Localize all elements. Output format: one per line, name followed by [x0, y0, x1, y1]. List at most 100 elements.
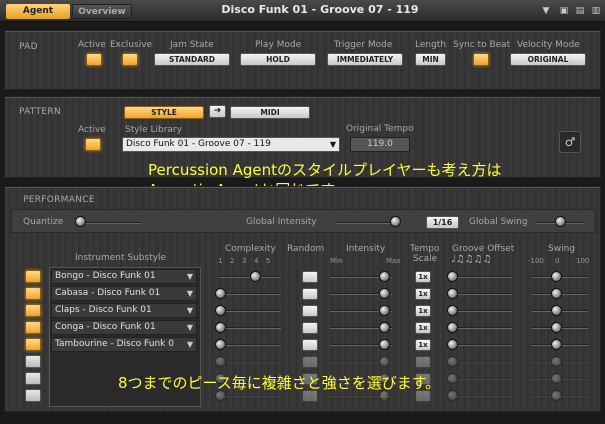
intensity-slider-knob[interactable] [379, 305, 390, 316]
global-intensity-slider-knob[interactable] [390, 216, 401, 227]
arrow-right-icon[interactable]: ➜ [209, 105, 226, 118]
jam-state-button[interactable]: STANDARD [154, 53, 230, 66]
groove-offset-slider-knob[interactable] [447, 356, 458, 367]
groove-offset-slider[interactable] [452, 344, 512, 346]
intensity-slider-knob[interactable] [379, 339, 390, 350]
delete-icon[interactable]: ▤ [574, 5, 586, 17]
swing-slider-knob[interactable] [551, 356, 562, 367]
complexity-tick-label: 3 [242, 257, 247, 265]
instrument-substyle-dropdown[interactable]: Conga - Disco Funk 01 ▼ [51, 320, 197, 335]
pattern-active-toggle[interactable] [85, 138, 101, 151]
tempo-scale-button[interactable] [415, 356, 431, 368]
complexity-slider[interactable] [219, 395, 281, 397]
instrument-active-toggle[interactable] [25, 355, 41, 368]
style-library-dropdown[interactable]: Disco Funk 01 - Groove 07 - 119 ▼ [122, 137, 340, 152]
instrument-substyle-label: Instrument Substyle [75, 253, 167, 263]
random-button[interactable] [302, 288, 318, 300]
groove-offset-slider[interactable] [452, 378, 512, 380]
tempo-scale-button[interactable]: 1x [415, 271, 431, 283]
random-button[interactable] [302, 305, 318, 317]
velocity-mode-button[interactable]: ORIGINAL [510, 53, 586, 66]
intensity-slider-knob[interactable] [379, 322, 390, 333]
complexity-slider-knob[interactable] [250, 271, 261, 282]
groove-offset-slider[interactable] [452, 361, 512, 363]
groove-offset-slider-knob[interactable] [447, 390, 458, 401]
tempo-scale-label-2: Scale [413, 254, 438, 264]
swing-slider-knob[interactable] [551, 322, 562, 333]
complexity-slider[interactable] [219, 293, 281, 295]
groove-offset-slider[interactable] [452, 327, 512, 329]
menu-triangle-icon[interactable]: ▼ [540, 5, 552, 17]
settings-icon[interactable]: ▥ [590, 5, 602, 17]
instrument-active-toggle[interactable] [25, 372, 41, 385]
dropdown-arrow-icon: ▼ [186, 306, 193, 315]
random-button[interactable] [302, 322, 318, 334]
instrument-substyle-dropdown[interactable]: Bongo - Disco Funk 01 ▼ [51, 269, 197, 284]
instrument-active-toggle[interactable] [25, 304, 41, 317]
intensity-slider-knob[interactable] [379, 356, 390, 367]
original-tempo-label: Original Tempo [346, 124, 414, 134]
exclusive-toggle[interactable] [122, 53, 138, 66]
tempo-scale-button[interactable]: 1x [415, 305, 431, 317]
tempo-scale-button[interactable]: 1x [415, 322, 431, 334]
instrument-substyle-dropdown[interactable]: Tambourine - Disco Funk 0 ▼ [51, 337, 197, 352]
tempo-scale-button[interactable]: 1x [415, 288, 431, 300]
tempo-scale-button[interactable]: 1x [415, 339, 431, 351]
swing-slider-knob[interactable] [551, 373, 562, 384]
complexity-slider-knob[interactable] [215, 322, 226, 333]
instrument-substyle-dropdown[interactable]: Cabasa - Disco Funk 01 ▼ [51, 286, 197, 301]
groove-offset-slider-knob[interactable] [447, 373, 458, 384]
groove-offset-slider-knob[interactable] [447, 339, 458, 350]
drag-midi-icon[interactable]: ♂ [559, 131, 581, 153]
complexity-slider-knob[interactable] [215, 305, 226, 316]
complexity-slider[interactable] [219, 361, 281, 363]
random-button[interactable] [302, 271, 318, 283]
groove-offset-slider[interactable] [452, 293, 512, 295]
instrument-substyle-dropdown[interactable]: Claps - Disco Funk 01 ▼ [51, 303, 197, 318]
groove-offset-slider[interactable] [452, 395, 512, 397]
groove-offset-slider-knob[interactable] [447, 322, 458, 333]
groove-offset-slider[interactable] [452, 310, 512, 312]
save-icon[interactable]: ▣ [558, 5, 570, 17]
complexity-slider-knob[interactable] [215, 356, 226, 367]
complexity-tick-label: 2 [230, 257, 235, 265]
quantize-slider-knob[interactable] [75, 216, 86, 227]
instrument-active-toggle[interactable] [25, 321, 41, 334]
global-swing-slider-knob[interactable] [555, 216, 566, 227]
intensity-slider-knob[interactable] [379, 288, 390, 299]
intensity-slider-knob[interactable] [379, 271, 390, 282]
complexity-slider[interactable] [219, 310, 281, 312]
swing-slider-knob[interactable] [551, 339, 562, 350]
instrument-active-toggle[interactable] [25, 287, 41, 300]
groove-offset-slider-knob[interactable] [447, 271, 458, 282]
complexity-slider-knob[interactable] [215, 288, 226, 299]
complexity-slider[interactable] [219, 344, 281, 346]
complexity-slider-knob[interactable] [215, 339, 226, 350]
style-button[interactable]: STYLE [124, 106, 204, 119]
swing-slider-knob[interactable] [551, 271, 562, 282]
instrument-active-toggle[interactable] [25, 338, 41, 351]
length-button[interactable]: MIN [415, 53, 446, 66]
trigger-mode-button[interactable]: IMMEDIATELY [327, 53, 403, 66]
groove-offset-slider[interactable] [452, 276, 512, 278]
tab-overview[interactable]: Overview [72, 4, 132, 19]
play-mode-button[interactable]: HOLD [240, 53, 316, 66]
preset-name: Disco Funk 01 - Groove 07 - 119 [221, 3, 419, 16]
random-button[interactable] [302, 356, 318, 368]
groove-offset-slider-knob[interactable] [447, 305, 458, 316]
tab-agent[interactable]: Agent [6, 4, 70, 19]
swing-slider-knob[interactable] [551, 390, 562, 401]
intensity-max-label: Max [386, 257, 401, 265]
global-swing-label: Global Swing [469, 217, 528, 227]
swing-slider-knob[interactable] [551, 288, 562, 299]
groove-offset-slider-knob[interactable] [447, 288, 458, 299]
quantize-value-button[interactable]: 1/16 [426, 216, 459, 229]
pad-active-toggle[interactable] [86, 53, 102, 66]
swing-slider-knob[interactable] [551, 305, 562, 316]
complexity-slider[interactable] [219, 327, 281, 329]
random-button[interactable] [302, 339, 318, 351]
instrument-active-toggle[interactable] [25, 389, 41, 402]
instrument-active-toggle[interactable] [25, 270, 41, 283]
sync-to-beat-toggle[interactable] [473, 53, 489, 66]
midi-button[interactable]: MIDI [230, 106, 310, 119]
